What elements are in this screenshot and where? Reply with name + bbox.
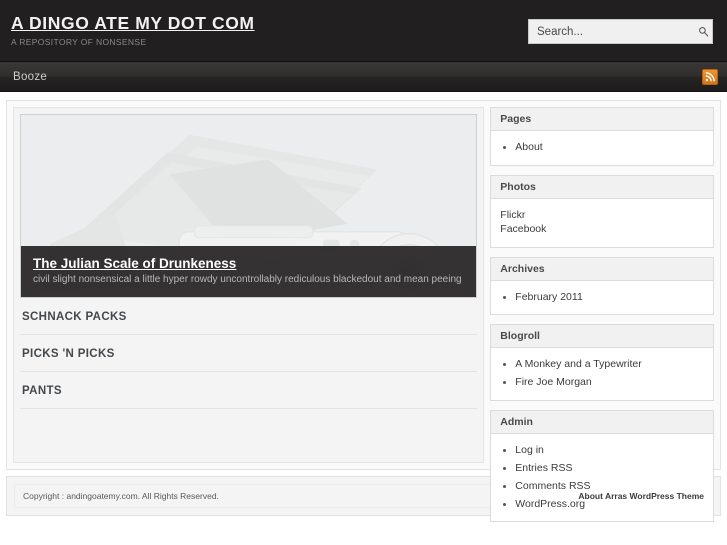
admin-list: Log in Entries RSS Comments RSS WordPres… bbox=[500, 443, 704, 512]
archives-list: February 2011 bbox=[500, 290, 704, 305]
post-list-item[interactable]: SCHNACK PACKS bbox=[20, 298, 478, 335]
sidebar: Pages About Photos Flickr Facebook Archi… bbox=[490, 107, 714, 522]
widget-title-photos: Photos bbox=[491, 175, 713, 199]
primary-navigation: Booze bbox=[0, 62, 727, 92]
nav-menu: Booze bbox=[0, 62, 60, 91]
site-tagline: A REPOSITORY OF NONSENSE bbox=[11, 37, 147, 47]
site-branding: A DINGO ATE MY DOT COM A REPOSITORY OF N… bbox=[11, 13, 255, 47]
list-item[interactable]: February 2011 bbox=[500, 290, 704, 305]
content-shell: The Julian Scale of Drunkeness civil sli… bbox=[6, 100, 721, 522]
widget-title-pages: Pages bbox=[491, 108, 713, 131]
widget-body-pages: About bbox=[491, 131, 713, 165]
widget-blogroll: Blogroll A Monkey and a Typewriter Fire … bbox=[490, 324, 714, 401]
nav-link-booze[interactable]: Booze bbox=[0, 62, 60, 91]
widget-body-archives: February 2011 bbox=[491, 281, 713, 315]
link-wordpress-org[interactable]: WordPress.org bbox=[515, 498, 585, 510]
main-content: The Julian Scale of Drunkeness civil sli… bbox=[13, 107, 485, 463]
list-item[interactable]: Fire Joe Morgan bbox=[500, 375, 704, 390]
page-wrapper: The Julian Scale of Drunkeness civil sli… bbox=[0, 92, 727, 522]
search-input[interactable] bbox=[529, 20, 695, 43]
list-item[interactable]: Facebook bbox=[500, 222, 704, 237]
site-header: A DINGO ATE MY DOT COM A REPOSITORY OF N… bbox=[0, 0, 727, 62]
widget-title-admin: Admin bbox=[491, 410, 713, 434]
widget-body-blogroll: A Monkey and a Typewriter Fire Joe Morga… bbox=[491, 348, 713, 400]
list-item[interactable]: A Monkey and a Typewriter bbox=[500, 357, 704, 372]
link-flickr[interactable]: Flickr bbox=[500, 209, 525, 221]
link-log-in[interactable]: Log in bbox=[515, 444, 544, 456]
list-item[interactable]: Log in bbox=[500, 443, 704, 458]
widget-body-photos: Flickr Facebook bbox=[491, 199, 713, 247]
list-item[interactable]: About bbox=[500, 140, 704, 155]
widget-pages: Pages About bbox=[490, 107, 714, 166]
featured-caption: The Julian Scale of Drunkeness civil sli… bbox=[21, 246, 477, 297]
featured-post[interactable]: The Julian Scale of Drunkeness civil sli… bbox=[20, 114, 478, 298]
site-title[interactable]: A DINGO ATE MY DOT COM bbox=[11, 13, 255, 33]
link-comments-rss[interactable]: Comments RSS bbox=[515, 480, 590, 492]
pages-list: About bbox=[500, 140, 704, 155]
link-entries-rss[interactable]: Entries RSS bbox=[515, 462, 572, 474]
link-about[interactable]: About bbox=[515, 141, 542, 153]
widget-admin: Admin Log in Entries RSS Comments RSS Wo… bbox=[490, 409, 714, 522]
magnifier-icon[interactable] bbox=[695, 20, 712, 43]
blogroll-list: A Monkey and a Typewriter Fire Joe Morga… bbox=[500, 357, 704, 390]
list-item[interactable]: WordPress.org bbox=[500, 497, 704, 512]
post-title-picks-n-picks[interactable]: PICKS 'N PICKS bbox=[22, 348, 475, 360]
search-form[interactable] bbox=[528, 19, 713, 44]
list-item[interactable]: Comments RSS bbox=[500, 479, 704, 494]
photos-list: Flickr Facebook bbox=[500, 208, 704, 237]
link-a-monkey-and-a-typewriter[interactable]: A Monkey and a Typewriter bbox=[515, 358, 641, 370]
list-item[interactable]: Flickr bbox=[500, 208, 704, 223]
link-fire-joe-morgan[interactable]: Fire Joe Morgan bbox=[515, 376, 591, 388]
widget-body-admin: Log in Entries RSS Comments RSS WordPres… bbox=[491, 434, 713, 522]
link-facebook[interactable]: Facebook bbox=[500, 223, 546, 235]
widget-archives: Archives February 2011 bbox=[490, 256, 714, 315]
post-list: SCHNACK PACKS PICKS 'N PICKS PANTS bbox=[20, 298, 478, 409]
link-february-2011[interactable]: February 2011 bbox=[515, 291, 583, 303]
list-item[interactable]: Entries RSS bbox=[500, 461, 704, 476]
featured-post-excerpt: civil slight nonsensical a little hyper … bbox=[33, 274, 464, 285]
widget-title-archives: Archives bbox=[491, 257, 713, 281]
rss-icon[interactable] bbox=[702, 69, 718, 85]
post-list-item[interactable]: PICKS 'N PICKS bbox=[20, 335, 478, 372]
widget-photos: Photos Flickr Facebook bbox=[490, 174, 714, 248]
footer-copyright: Copyright : andingoatemy.com. All Rights… bbox=[23, 491, 219, 501]
featured-post-title[interactable]: The Julian Scale of Drunkeness bbox=[33, 256, 236, 271]
post-title-pants[interactable]: PANTS bbox=[22, 385, 475, 397]
post-title-schnack-packs[interactable]: SCHNACK PACKS bbox=[22, 311, 475, 323]
post-list-item[interactable]: PANTS bbox=[20, 372, 478, 409]
nav-item-booze[interactable]: Booze bbox=[0, 62, 60, 91]
widget-title-blogroll: Blogroll bbox=[491, 325, 713, 348]
